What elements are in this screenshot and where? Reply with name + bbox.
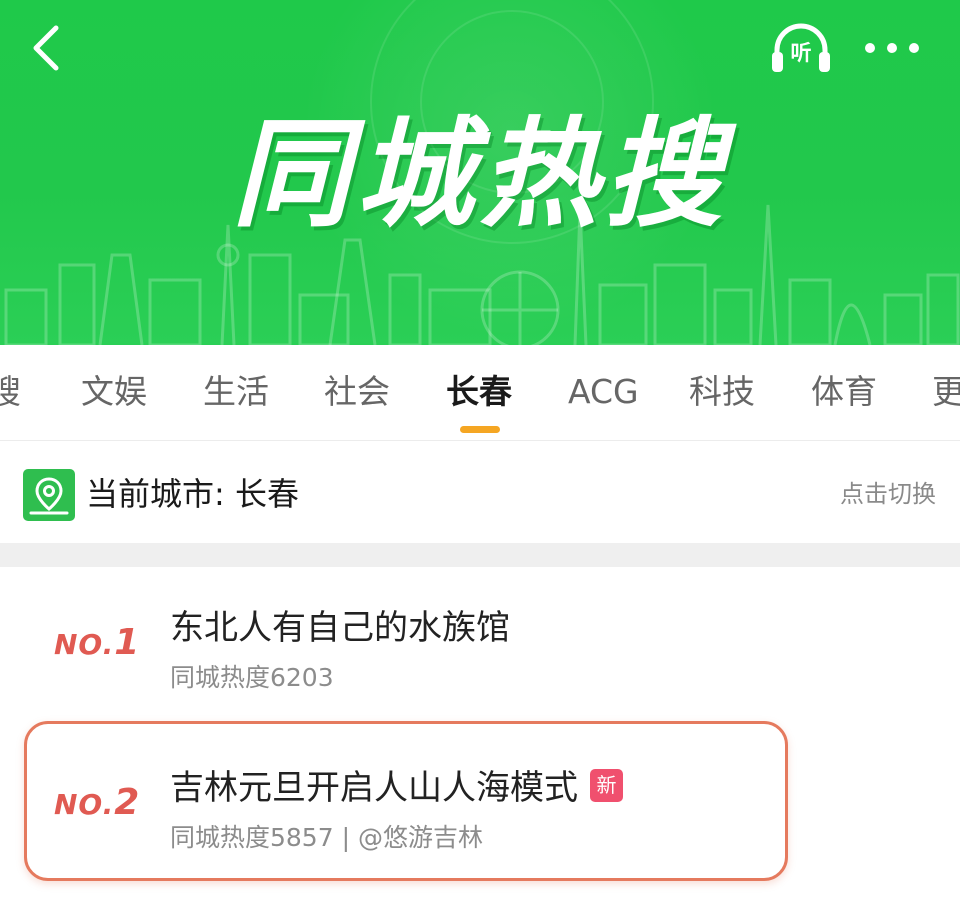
tab-search[interactable]: 搜 [0, 367, 21, 417]
tab-sports[interactable]: 体育 [811, 367, 877, 417]
rank-number: 1 [114, 622, 141, 663]
tab-more[interactable]: 更 [932, 367, 960, 417]
item-heat: 同城热度6203 [170, 663, 334, 692]
header-banner: 听 同城热搜 [0, 0, 960, 345]
headphones-icon: 听 [772, 23, 830, 72]
current-city-row: 当前城市: 长春 点击切换 [0, 441, 960, 543]
location-map-icon [23, 469, 75, 521]
tab-acg[interactable]: ACG [568, 367, 639, 417]
tab-entertainment[interactable]: 文娱 [81, 367, 147, 417]
switch-city-link[interactable]: 点击切换 [840, 474, 936, 514]
more-options-button[interactable] [858, 30, 926, 66]
tab-changchun[interactable]: 长春 [446, 367, 512, 417]
tab-technology[interactable]: 科技 [689, 367, 755, 417]
page-title: 同城热搜 [231, 105, 728, 243]
hot-search-item-1[interactable]: NO.1 东北人有自己的水族馆 同城热度6203 [0, 567, 960, 728]
highlight-frame [24, 721, 788, 881]
listen-button[interactable]: 听 [768, 20, 834, 76]
section-divider [0, 543, 960, 567]
tab-society[interactable]: 社会 [324, 367, 390, 417]
active-tab-indicator [460, 426, 500, 433]
more-dots-icon [865, 43, 919, 53]
rank-label: NO.1 [54, 622, 140, 663]
back-button[interactable] [22, 20, 72, 76]
chevron-left-icon [33, 25, 59, 71]
rank-prefix: NO. [54, 628, 115, 661]
tab-life[interactable]: 生活 [203, 367, 269, 417]
current-city-label: 当前城市: 长春 [86, 475, 299, 513]
listen-label: 听 [791, 41, 812, 65]
item-title: 东北人有自己的水族馆 [170, 608, 510, 648]
